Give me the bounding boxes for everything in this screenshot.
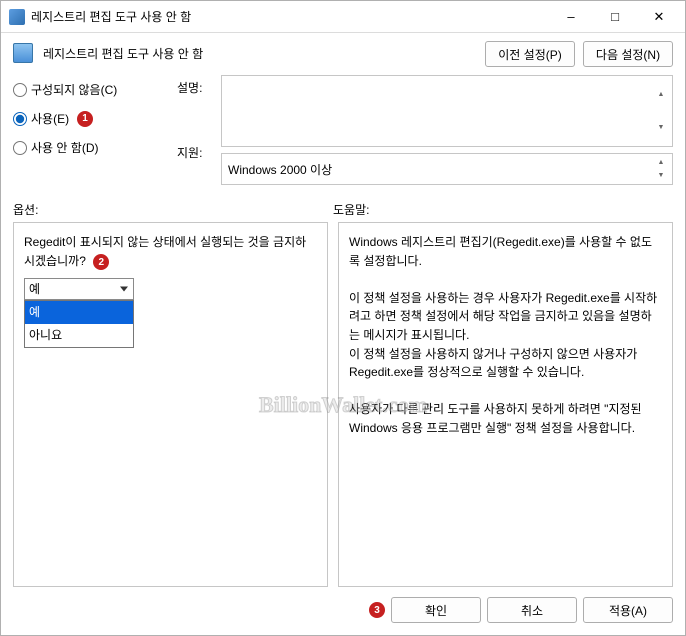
comment-scroll[interactable]: ▲▼	[652, 78, 670, 144]
supported-scroll[interactable]: ▲▼	[652, 156, 670, 182]
window-title: 레지스트리 편집 도구 사용 안 함	[31, 8, 549, 25]
window-controls: – □ ✕	[549, 3, 681, 31]
option-select[interactable]: 예 예 아니요	[24, 278, 134, 300]
help-paragraph-4: 사용자가 다른 관리 도구를 사용하지 못하게 하려면 "지정된 Windows…	[349, 400, 662, 437]
help-paragraph-3: 이 정책 설정을 사용하지 않거나 구성하지 않으면 사용자가 Regedit.…	[349, 345, 662, 382]
radio-disabled-input[interactable]	[13, 141, 27, 155]
policy-icon	[13, 43, 33, 63]
settings-grid: 구성되지 않음(C) 사용(E) 1 사용 안 함(D) 설명: 지원:	[13, 75, 673, 185]
content-area: 레지스트리 편집 도구 사용 안 함 이전 설정(P) 다음 설정(N) 구성되…	[1, 33, 685, 635]
comment-label: 설명:	[177, 79, 217, 96]
policy-dialog: 레지스트리 편집 도구 사용 안 함 – □ ✕ 레지스트리 편집 도구 사용 …	[0, 0, 686, 636]
radio-disabled[interactable]: 사용 안 함(D)	[13, 139, 173, 156]
annotation-marker-3: 3	[369, 602, 385, 618]
previous-setting-button[interactable]: 이전 설정(P)	[485, 41, 575, 67]
radio-enabled-input[interactable]	[13, 112, 27, 126]
nav-buttons: 이전 설정(P) 다음 설정(N)	[485, 41, 673, 67]
footer: 3 확인 취소 적용(A)	[13, 587, 673, 623]
next-setting-button[interactable]: 다음 설정(N)	[583, 41, 673, 67]
apply-button[interactable]: 적용(A)	[583, 597, 673, 623]
comment-textbox[interactable]: ▲▼	[221, 75, 673, 147]
radio-enabled[interactable]: 사용(E) 1	[13, 110, 173, 127]
annotation-marker-1: 1	[77, 111, 93, 127]
field-labels: 설명: 지원:	[177, 75, 217, 185]
supported-value: Windows 2000 이상	[228, 161, 332, 178]
minimize-button[interactable]: –	[549, 3, 593, 31]
panes: Regedit이 표시되지 않는 상태에서 실행되는 것을 금지하시겠습니까? …	[13, 222, 673, 587]
option-question: Regedit이 표시되지 않는 상태에서 실행되는 것을 금지하시겠습니까? …	[24, 233, 317, 270]
radio-disabled-label: 사용 안 함(D)	[31, 139, 99, 156]
options-pane: Regedit이 표시되지 않는 상태에서 실행되는 것을 금지하시겠습니까? …	[13, 222, 328, 587]
radio-not-configured[interactable]: 구성되지 않음(C)	[13, 81, 173, 98]
policy-title: 레지스트리 편집 도구 사용 안 함	[43, 41, 475, 62]
section-labels: 옵션: 도움말:	[13, 201, 673, 218]
help-paragraph-1: Windows 레지스트리 편집기(Regedit.exe)를 사용할 수 없도…	[349, 233, 662, 270]
supported-textbox: Windows 2000 이상 ▲▼	[221, 153, 673, 185]
dropdown-item-yes[interactable]: 예	[25, 301, 133, 324]
supported-label: 지원:	[177, 144, 217, 161]
help-paragraph-2: 이 정책 설정을 사용하는 경우 사용자가 Regedit.exe를 시작하려고…	[349, 289, 662, 345]
field-values: ▲▼ Windows 2000 이상 ▲▼	[221, 75, 673, 185]
header-row: 레지스트리 편집 도구 사용 안 함 이전 설정(P) 다음 설정(N)	[13, 41, 673, 67]
ok-button[interactable]: 확인	[391, 597, 481, 623]
radio-not-configured-label: 구성되지 않음(C)	[31, 81, 117, 98]
cancel-button[interactable]: 취소	[487, 597, 577, 623]
help-label: 도움말:	[333, 201, 369, 218]
close-button[interactable]: ✕	[637, 3, 681, 31]
options-label: 옵션:	[13, 201, 333, 218]
titlebar: 레지스트리 편집 도구 사용 안 함 – □ ✕	[1, 1, 685, 33]
radio-enabled-label: 사용(E)	[31, 110, 69, 127]
option-dropdown: 예 아니요	[24, 300, 134, 347]
option-select-display[interactable]: 예	[24, 278, 134, 300]
maximize-button[interactable]: □	[593, 3, 637, 31]
option-question-text: Regedit이 표시되지 않는 상태에서 실행되는 것을 금지하시겠습니까?	[24, 235, 306, 268]
app-icon	[9, 9, 25, 25]
dropdown-item-no[interactable]: 아니요	[25, 324, 133, 347]
state-radios: 구성되지 않음(C) 사용(E) 1 사용 안 함(D)	[13, 75, 173, 185]
help-pane: Windows 레지스트리 편집기(Regedit.exe)를 사용할 수 없도…	[338, 222, 673, 587]
radio-not-configured-input[interactable]	[13, 83, 27, 97]
annotation-marker-2: 2	[93, 254, 109, 270]
option-select-value: 예	[29, 280, 40, 299]
